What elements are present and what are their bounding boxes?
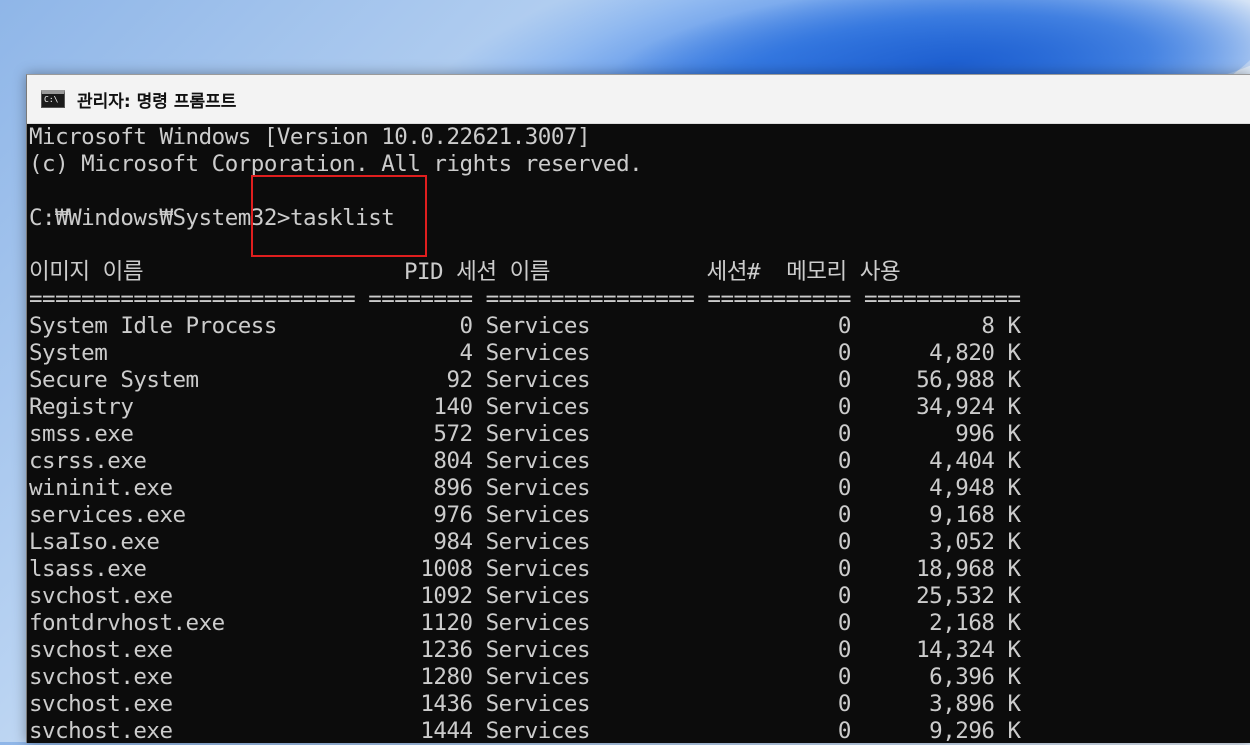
cmd-icon: C:\: [41, 90, 65, 108]
table-row: csrss.exe 804 Services 0 4,404 K: [29, 448, 1021, 474]
window-title: 관리자: 명령 프롬프트: [77, 91, 237, 112]
process-list: System Idle Process 0 Services 0 8 K Syst…: [29, 313, 1250, 745]
table-row: System Idle Process 0 Services 0 8 K: [29, 313, 1021, 339]
table-row: wininit.exe 896 Services 0 4,948 K: [29, 475, 1021, 501]
prompt-path: C:₩Windows₩System32>: [29, 205, 290, 231]
banner-line: Microsoft Windows [Version 10.0.22621.30…: [29, 124, 590, 150]
console-output[interactable]: Microsoft Windows [Version 10.0.22621.30…: [27, 124, 1250, 745]
prompt-line: C:₩Windows₩System32>tasklist: [29, 205, 1250, 232]
command-prompt-window[interactable]: C:\ 관리자: 명령 프롬프트 Microsoft Windows [Vers…: [26, 74, 1250, 745]
table-row: Secure System 92 Services 0 56,988 K: [29, 367, 1021, 393]
table-row: fontdrvhost.exe 1120 Services 0 2,168 K: [29, 610, 1021, 636]
table-row: services.exe 976 Services 0 9,168 K: [29, 502, 1021, 528]
table-row: svchost.exe 1436 Services 0 3,896 K: [29, 691, 1021, 717]
table-row: smss.exe 572 Services 0 996 K: [29, 421, 1021, 447]
banner-line: (c) Microsoft Corporation. All rights re…: [29, 151, 643, 177]
table-row: svchost.exe 1444 Services 0 9,296 K: [29, 718, 1021, 744]
table-row: svchost.exe 1280 Services 0 6,396 K: [29, 664, 1021, 690]
table-separator: ========================= ======== =====…: [29, 286, 1021, 312]
table-row: Registry 140 Services 0 34,924 K: [29, 394, 1021, 420]
table-row: lsass.exe 1008 Services 0 18,968 K: [29, 556, 1021, 582]
title-bar[interactable]: C:\ 관리자: 명령 프롬프트: [27, 75, 1250, 124]
table-header: 이미지 이름 PID 세션 이름 세션# 메모리 사용: [29, 259, 901, 285]
table-row: svchost.exe 1236 Services 0 14,324 K: [29, 637, 1021, 663]
table-row: LsaIso.exe 984 Services 0 3,052 K: [29, 529, 1021, 555]
typed-command: tasklist: [289, 205, 395, 231]
table-row: svchost.exe 1092 Services 0 25,532 K: [29, 583, 1021, 609]
table-row: System 4 Services 0 4,820 K: [29, 340, 1021, 366]
